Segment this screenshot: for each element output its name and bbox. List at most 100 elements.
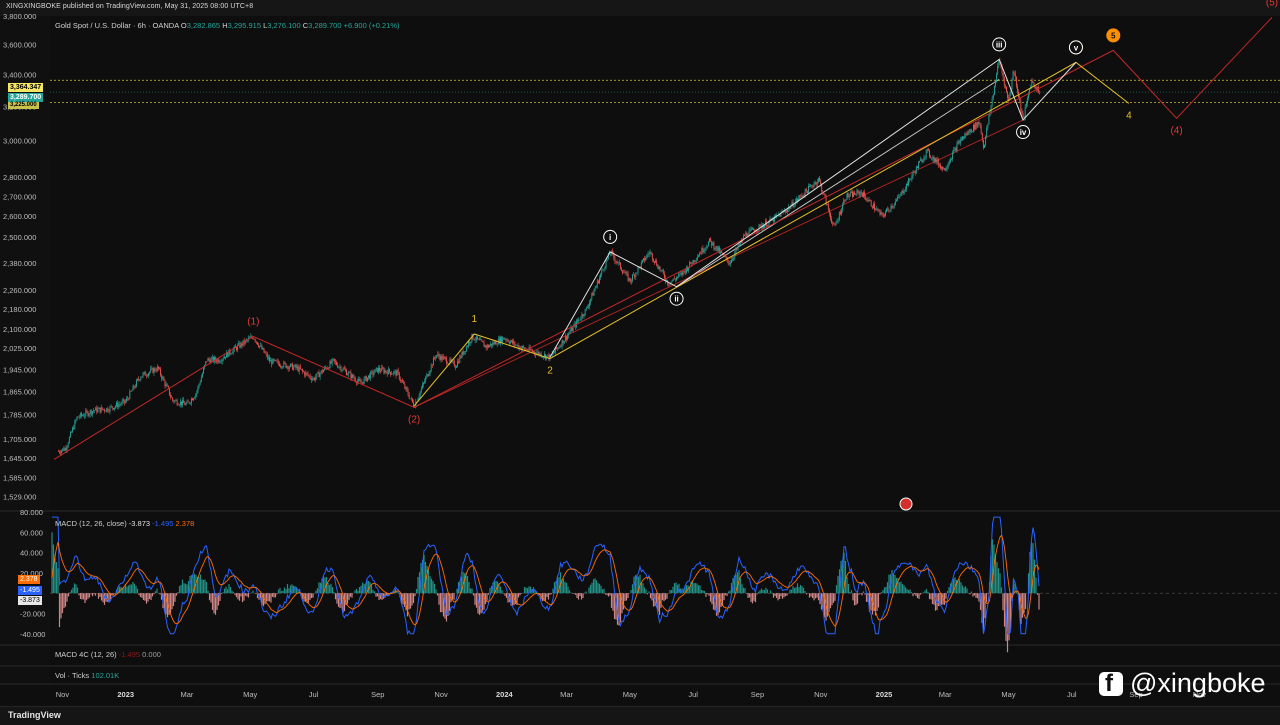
macd-histogram-bar (141, 593, 142, 598)
candle-body (166, 385, 167, 386)
candle-body (614, 258, 615, 262)
price-axis-label: 1,645.000 (3, 454, 36, 463)
candle-body (122, 401, 123, 404)
macd-histogram-bar (59, 593, 60, 627)
macd-histogram-bar (89, 593, 90, 597)
macd-histogram-bar (243, 593, 244, 600)
macd-histogram-bar (744, 588, 745, 593)
macd-histogram-bar (669, 590, 670, 593)
macd4c-label: MACD 4C (12, 26) (55, 650, 117, 659)
macd-histogram-bar (1002, 593, 1003, 610)
time-axis-label: Mar (560, 690, 573, 699)
chart-canvas[interactable]: 1,529.0001,585.0001,645.0001,705.0001,78… (0, 0, 1280, 724)
candle-body (220, 362, 221, 363)
candle-body (947, 167, 948, 168)
candle-body (407, 387, 408, 390)
candle-body (196, 391, 197, 394)
macd-histogram-bar (468, 582, 469, 593)
candle-body (271, 360, 272, 364)
candle-body (134, 386, 135, 388)
candle-body (86, 411, 87, 412)
candle-body (716, 246, 717, 249)
macd-histogram-bar (564, 582, 565, 593)
macd-histogram-bar (605, 593, 606, 594)
candle-body (960, 139, 961, 143)
candle-body (985, 136, 986, 145)
candle-body (143, 373, 144, 376)
candle-body (202, 373, 203, 377)
candle-body (622, 271, 623, 273)
macd-histogram-bar (357, 591, 358, 593)
macd-histogram-bar (551, 593, 552, 594)
price-axis-label: 1,785.000 (3, 411, 36, 420)
candle-body (655, 261, 656, 263)
candle-body (459, 356, 460, 363)
candle-body (433, 358, 434, 366)
time-axis-label: May (1001, 690, 1015, 699)
macd-histogram-bar (650, 593, 651, 598)
macd-histogram-bar (804, 591, 805, 593)
candle-body (710, 238, 711, 240)
candle-body (195, 394, 196, 397)
candle-body (848, 193, 849, 197)
candle-body (389, 369, 390, 372)
wave-label: 1 (471, 314, 477, 325)
wave-labels: (1)(2)(4)(5)51234iiiiiiivv (247, 0, 1278, 510)
open-value: 3,282.865 (187, 21, 220, 30)
macd-histogram-bar (818, 593, 819, 600)
macd-histogram-bar (200, 575, 201, 594)
candle-body (903, 191, 904, 194)
candle-body (97, 409, 98, 412)
candle-body (590, 299, 591, 303)
candle-body (517, 345, 518, 346)
macd-histogram-bar (266, 593, 267, 601)
macd-histogram-bar (282, 591, 283, 593)
macd-histogram-bar (488, 593, 489, 594)
candle-body (925, 157, 926, 158)
candle-body (942, 167, 943, 170)
macd-histogram-bar (467, 576, 468, 593)
candle-body (531, 350, 532, 351)
candle-body (117, 403, 118, 408)
candle-body (605, 267, 606, 269)
macd-histogram-bar (270, 593, 271, 602)
tradingview-logo[interactable]: TradingView (8, 710, 61, 720)
candle-body (233, 349, 234, 353)
candle-body (664, 274, 665, 279)
candle-body (338, 367, 339, 368)
candle-body (558, 348, 559, 349)
candle-body (786, 212, 787, 213)
price-axis-label: 2,025.000 (3, 344, 36, 353)
macd-histogram-bar (522, 593, 523, 594)
macd-histogram-bar (437, 593, 438, 595)
price-axis-label: 1,705.000 (3, 435, 36, 444)
macd-histogram-bar (852, 593, 853, 600)
candle-body (842, 205, 843, 211)
candle-body (559, 346, 560, 348)
low-value: 3,276.100 (267, 21, 300, 30)
candle-body (320, 373, 321, 377)
macd-histogram-bar (69, 592, 70, 593)
candle-body (504, 339, 505, 340)
candle-body (475, 340, 476, 341)
candle-body (173, 400, 174, 401)
macd-histogram-bar (863, 591, 864, 593)
candle-body (363, 382, 364, 384)
candle-body (888, 209, 889, 210)
macd-histogram-bar (530, 587, 531, 593)
candle-body (305, 373, 306, 376)
candle-body (808, 186, 809, 193)
candle-body (408, 390, 409, 395)
candle-body (254, 339, 255, 340)
macd-histogram-bar (552, 589, 553, 594)
candle-body (917, 166, 918, 168)
candle-body (730, 263, 731, 264)
macd-histogram-bar (801, 586, 802, 593)
macd-value: -3.873 (129, 519, 150, 528)
macd-histogram-bar (435, 589, 436, 593)
candle-body (828, 204, 829, 210)
candle-body (150, 369, 151, 372)
macd-histogram-bar (912, 593, 913, 596)
candle-body (950, 159, 951, 162)
candle-body (391, 374, 392, 375)
